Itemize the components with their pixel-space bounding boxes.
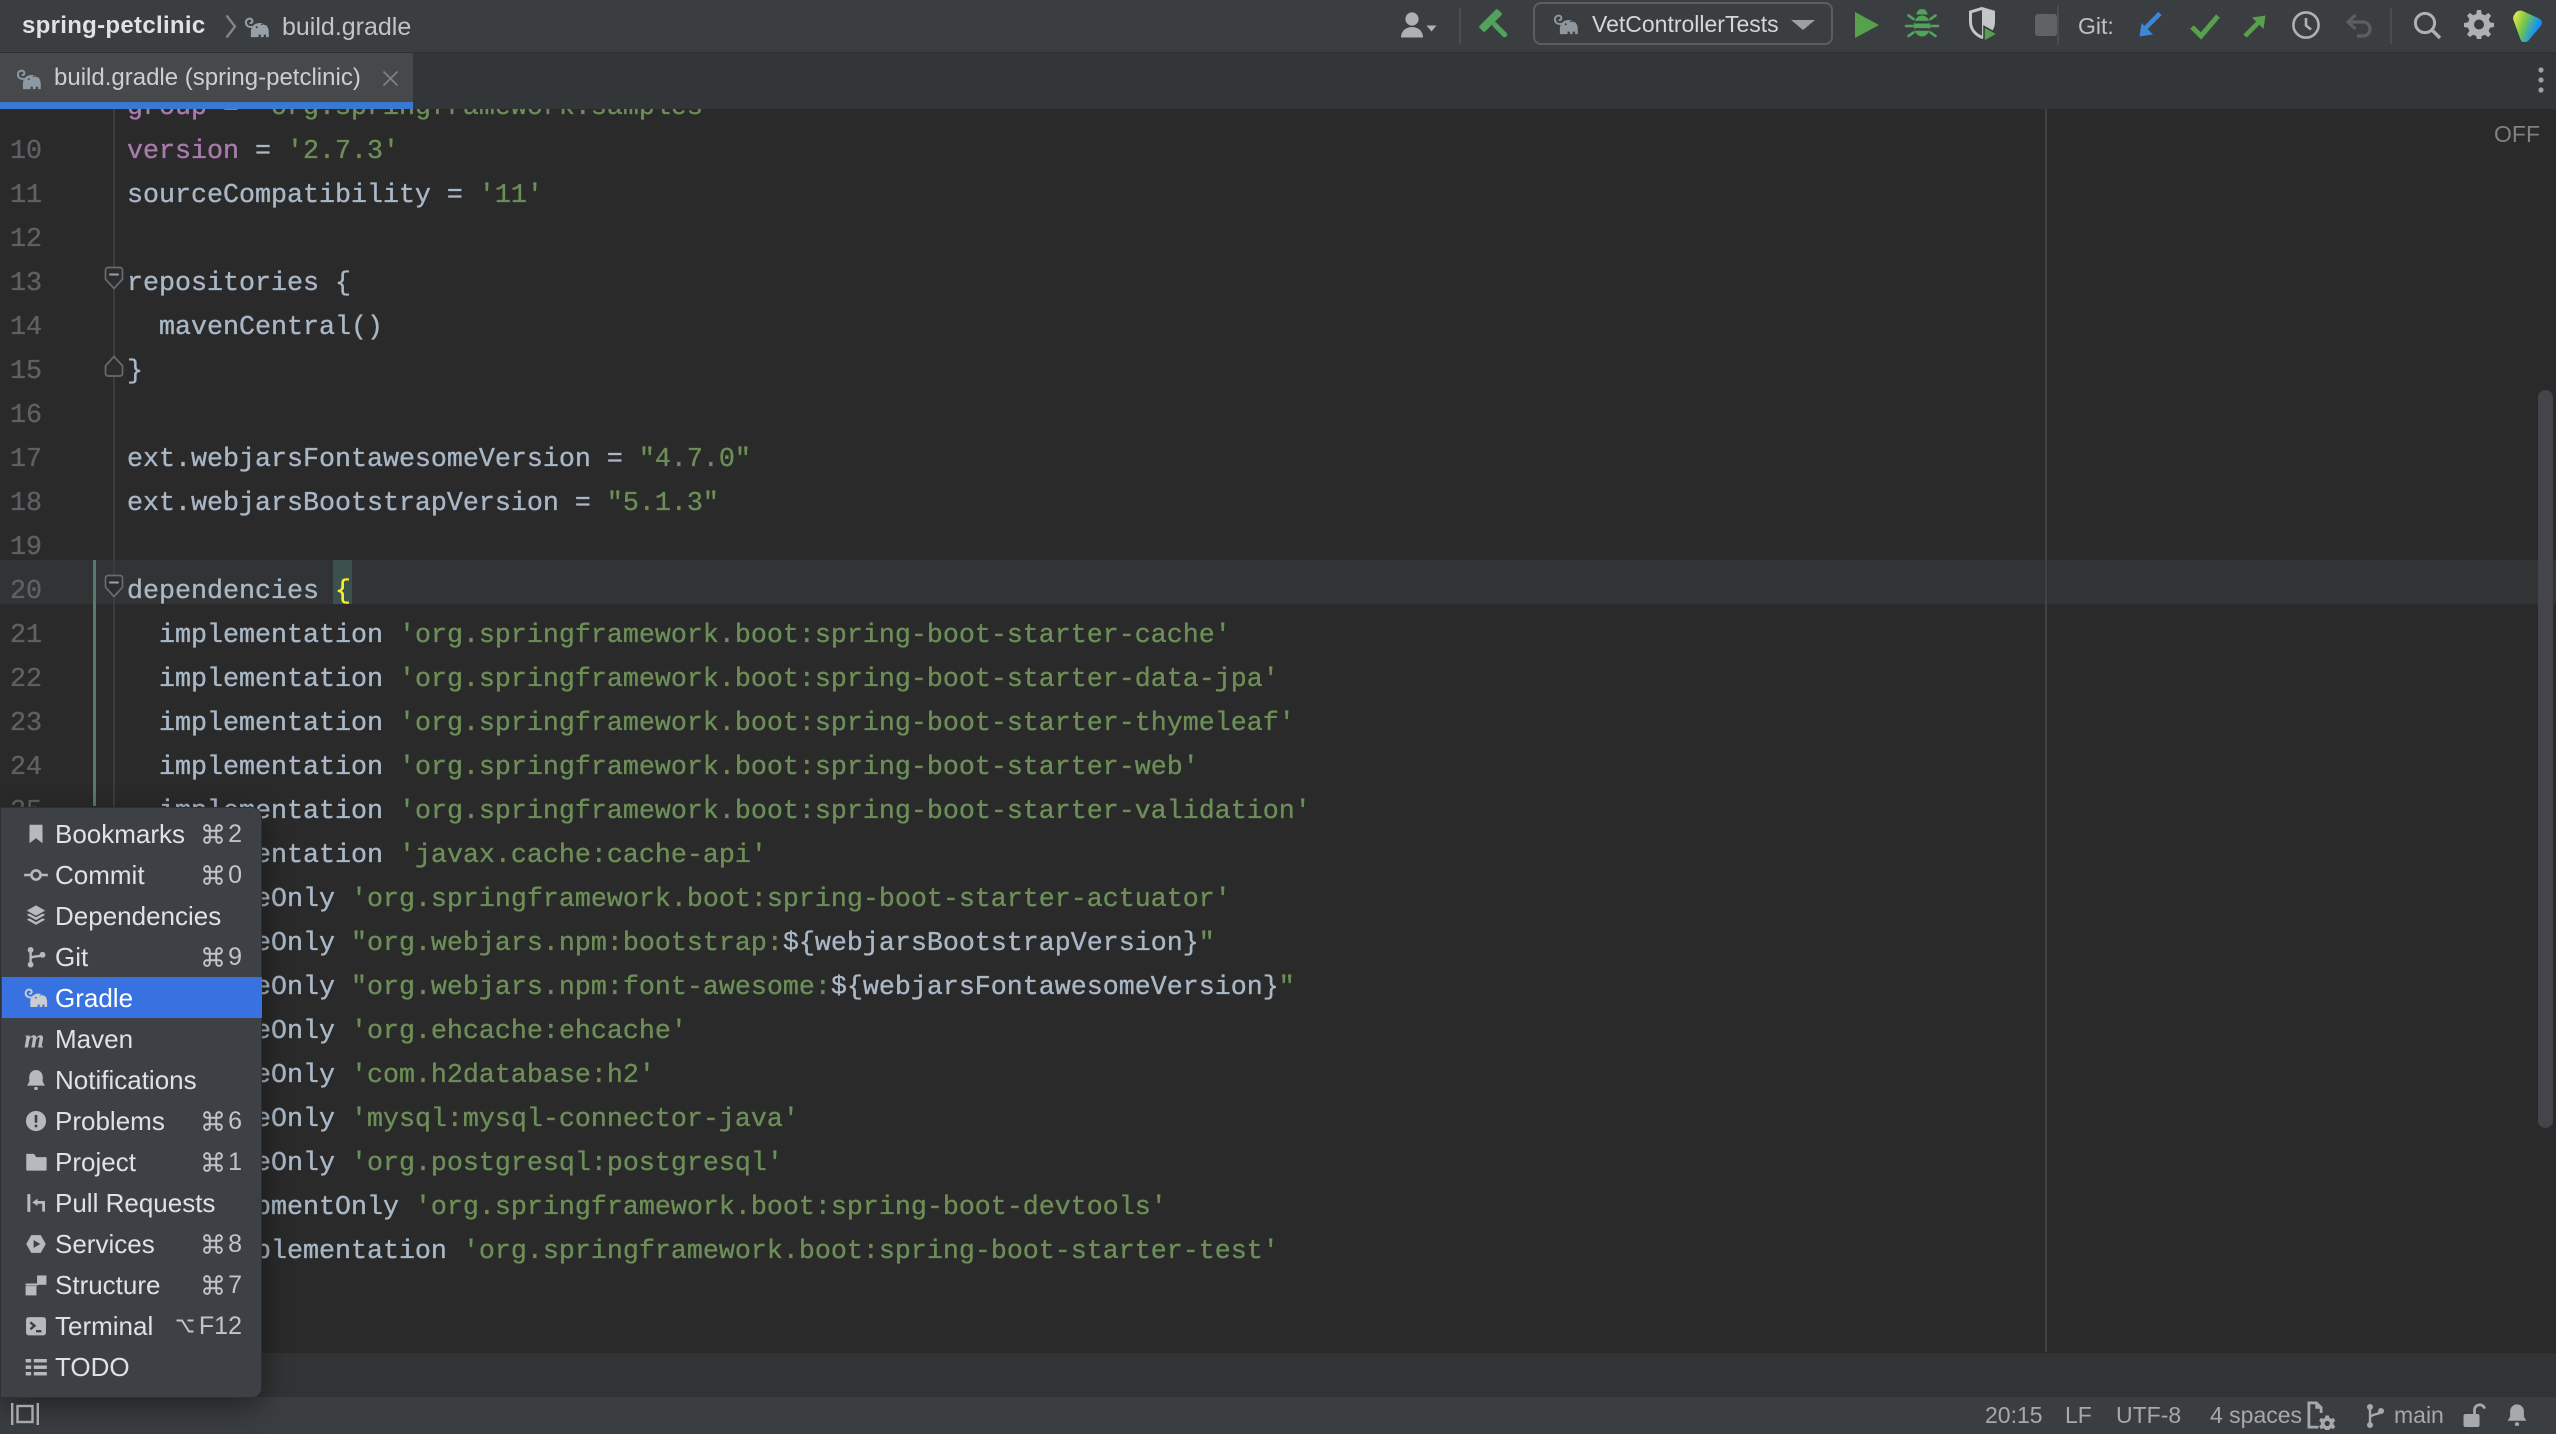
- svg-text:m: m: [24, 1026, 44, 1052]
